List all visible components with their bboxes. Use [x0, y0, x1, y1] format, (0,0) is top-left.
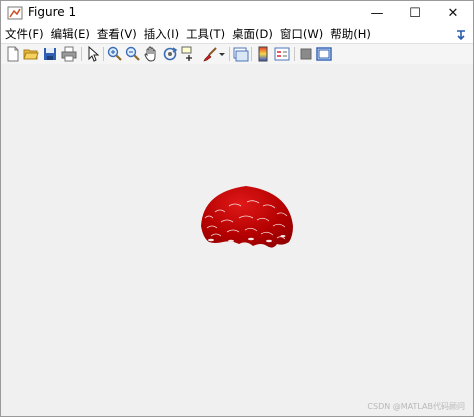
- data-cursor-icon[interactable]: [181, 46, 197, 62]
- minimize-button[interactable]: —: [359, 1, 395, 25]
- figure-toolbar: [1, 43, 473, 65]
- select-arrow-icon[interactable]: [85, 46, 101, 62]
- menu-window[interactable]: 窗口(W): [276, 25, 326, 43]
- insert-colorbar-icon[interactable]: [255, 46, 271, 62]
- window-title: Figure 1: [28, 5, 77, 19]
- toolbar-separator: [81, 47, 82, 61]
- menu-tools[interactable]: 工具(T): [182, 25, 228, 43]
- zoom-out-icon[interactable]: [125, 46, 141, 62]
- watermark-text: CSDN @MATLAB代码顾问: [367, 402, 465, 411]
- menu-view[interactable]: 查看(V): [93, 25, 140, 43]
- menu-desktop[interactable]: 桌面(D): [228, 25, 276, 43]
- menu-bar: 文件(F) 编辑(E) 查看(V) 插入(I) 工具(T) 桌面(D) 窗口(W…: [1, 25, 473, 43]
- rotate-3d-icon[interactable]: [162, 46, 178, 62]
- figure-window: Figure 1 — ☐ ✕ 文件(F) 编辑(E) 查看(V) 插入(I) 工…: [0, 0, 474, 417]
- toolbar-separator: [294, 47, 295, 61]
- toolbar-separator: [229, 47, 230, 61]
- open-file-icon[interactable]: [23, 46, 39, 62]
- close-button[interactable]: ✕: [435, 1, 471, 25]
- toolbar-separator: [251, 47, 252, 61]
- show-plot-tools-icon[interactable]: [316, 46, 332, 62]
- hide-plot-tools-icon[interactable]: [298, 46, 314, 62]
- maximize-button[interactable]: ☐: [397, 1, 433, 25]
- menu-file[interactable]: 文件(F): [1, 25, 47, 43]
- print-icon[interactable]: [61, 46, 77, 62]
- pan-hand-icon[interactable]: [143, 46, 159, 62]
- surface-plot[interactable]: [191, 184, 301, 264]
- menu-edit[interactable]: 编辑(E): [47, 25, 93, 43]
- dock-arrow-icon[interactable]: [455, 27, 467, 41]
- brush-icon[interactable]: [202, 46, 218, 62]
- menu-help[interactable]: 帮助(H): [326, 25, 374, 43]
- matlab-figure-icon: [7, 5, 23, 21]
- zoom-in-icon[interactable]: [107, 46, 123, 62]
- brush-dropdown-icon[interactable]: [218, 46, 226, 62]
- sphere-surface: [201, 186, 293, 248]
- toolbar-separator: [103, 47, 104, 61]
- link-plot-icon[interactable]: [233, 46, 249, 62]
- figure-canvas[interactable]: CSDN @MATLAB代码顾问: [1, 64, 473, 416]
- insert-legend-icon[interactable]: [274, 46, 290, 62]
- save-icon[interactable]: [42, 46, 58, 62]
- title-bar[interactable]: Figure 1 — ☐ ✕: [1, 1, 473, 25]
- menu-insert[interactable]: 插入(I): [140, 25, 182, 43]
- new-figure-icon[interactable]: [5, 46, 21, 62]
